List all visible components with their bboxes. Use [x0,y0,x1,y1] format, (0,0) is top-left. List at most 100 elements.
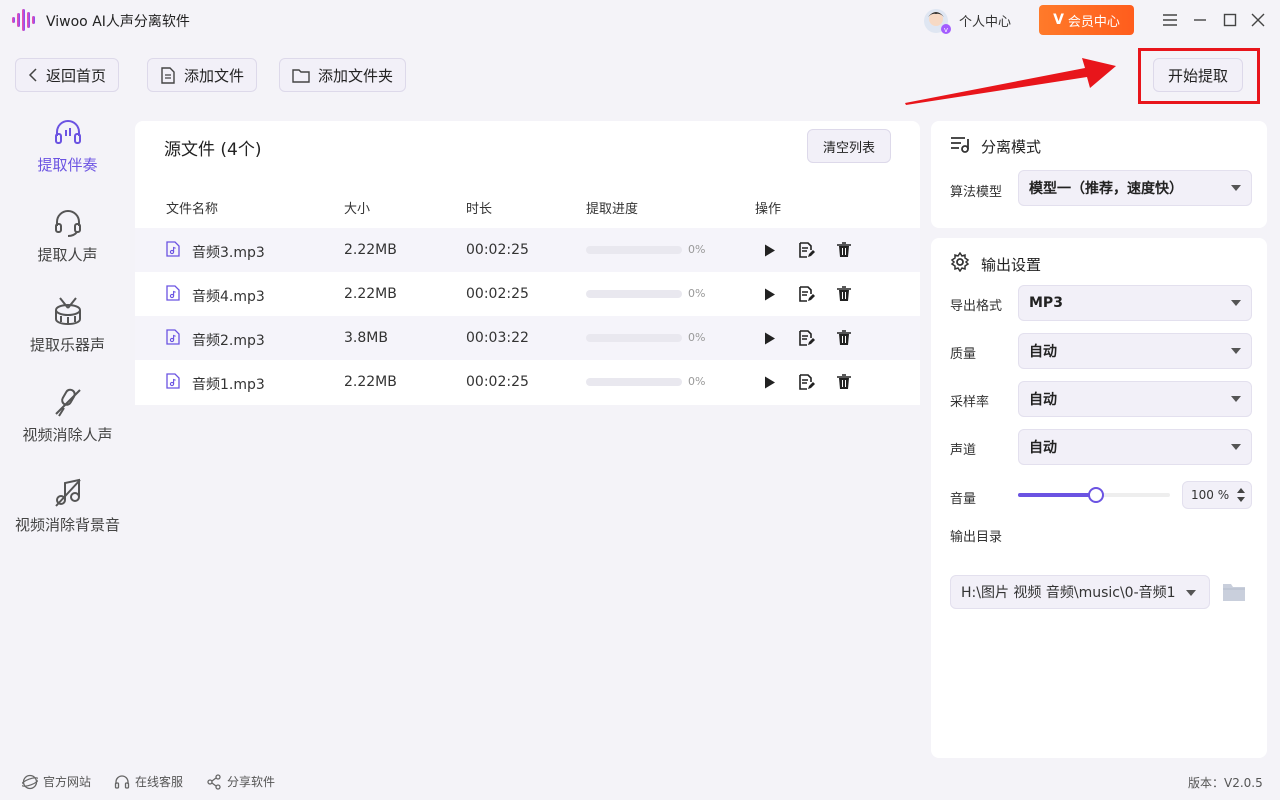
vip-center-button[interactable]: V 会员中心 [1039,5,1134,35]
file-size: 2.22MB [344,374,397,390]
samplerate-value: 自动 [1029,392,1057,408]
volume-input[interactable]: 100 % [1182,481,1252,509]
menu-icon[interactable] [1160,10,1180,30]
volume-slider-fill [1018,493,1096,497]
user-center-link[interactable]: 个人中心 [959,11,1011,30]
column-header-name: 文件名称 [166,202,219,217]
file-size: 2.22MB [344,242,397,258]
volume-label: 音量 [950,492,977,507]
progress-text: 0% [688,287,706,300]
column-header-progress: 提取进度 [586,202,639,217]
sidebar-item-extract-accompaniment[interactable]: 提取伴奏 [0,116,135,175]
folder-icon [292,68,310,83]
mic-off-icon [54,388,81,417]
output-dir-label: 输出目录 [950,530,1003,545]
trash-icon[interactable] [834,372,854,392]
official-website-label: 官方网站 [43,775,92,789]
progress-bar [586,290,682,298]
table-row[interactable]: 音频3.mp3 2.22MB 00:02:25 0% [135,228,920,272]
file-duration: 00:02:25 [466,242,529,258]
add-folder-button[interactable]: 添加文件夹 [279,58,407,92]
quality-value: 自动 [1029,344,1057,360]
chevron-down-icon [1231,396,1241,402]
table-row[interactable]: 音频1.mp3 2.22MB 00:02:25 0% [135,360,920,404]
add-file-button[interactable]: 添加文件 [147,58,258,92]
headset-mic-icon [54,210,81,237]
file-size: 3.8MB [344,330,388,346]
sidebar-item-video-remove-bgm[interactable]: 视频消除背景音 [0,476,135,535]
sidebar-item-label: 视频消除人声 [22,426,113,444]
progress-bar [586,246,682,254]
version-text: 版本：V2.0.5 [1188,776,1263,790]
samplerate-select[interactable]: 自动 [1018,381,1252,417]
add-file-label: 添加文件 [184,66,245,85]
sidebar-item-extract-instruments[interactable]: 提取乐器声 [0,296,135,355]
clear-list-button[interactable]: 清空列表 [807,129,891,163]
audio-file-icon [166,241,180,257]
drum-icon [54,297,81,326]
chevron-down-icon [1231,185,1241,191]
edit-file-icon[interactable] [797,240,817,260]
progress-bar [586,378,682,386]
channel-select[interactable]: 自动 [1018,429,1252,465]
output-dir-select[interactable]: H:\图片 视频 音频\music\0-音频1 [950,575,1210,609]
maximize-icon[interactable] [1220,10,1240,30]
volume-slider[interactable] [1018,487,1170,503]
chevron-down-icon [1231,300,1241,306]
format-label: 导出格式 [950,299,1003,314]
open-folder-icon[interactable] [1222,581,1246,603]
source-files-title: 源文件 (4个) [164,140,262,160]
play-icon[interactable] [760,284,780,304]
share-software-link[interactable]: 分享软件 [206,773,275,790]
back-home-button[interactable]: 返回首页 [15,58,120,92]
gear-icon [950,252,970,272]
edit-file-icon[interactable] [797,372,817,392]
online-support-label: 在线客服 [135,775,184,789]
volume-slider-handle[interactable] [1087,487,1104,503]
sidebar-item-video-remove-vocals[interactable]: 视频消除人声 [0,386,135,445]
trash-icon[interactable] [834,328,854,348]
progress-text: 0% [688,375,706,388]
format-value: MP3 [1029,295,1063,311]
sidebar-item-label: 提取人声 [37,246,98,264]
svg-text:v: v [944,26,948,34]
headset-icon [114,774,130,789]
title-bar: Viwoo AI人声分离软件 v 个人中心 V 会员中心 [0,0,1280,40]
official-website-link[interactable]: 官方网站 [22,773,91,790]
music-off-icon [54,478,81,507]
play-icon[interactable] [760,372,780,392]
output-dir-value: H:\图片 视频 音频\music\0-音频1 [961,585,1176,601]
file-name: 音频1.mp3 [192,377,265,393]
app-logo-icon [12,9,35,31]
edit-file-icon[interactable] [797,328,817,348]
file-list-panel: 源文件 (4个) 清空列表 文件名称 大小 时长 提取进度 操作 音频3.mp3… [135,121,920,405]
close-icon[interactable] [1248,10,1268,30]
globe-icon [22,774,38,789]
start-extract-button[interactable]: 开始提取 [1153,58,1243,92]
output-settings-title: 输出设置 [981,256,1042,274]
audio-file-icon [166,285,180,301]
quality-select[interactable]: 自动 [1018,333,1252,369]
channel-label: 声道 [950,443,977,458]
minimize-icon[interactable] [1190,10,1210,30]
play-icon[interactable] [760,240,780,260]
progress-bar [586,334,682,342]
edit-file-icon[interactable] [797,284,817,304]
format-select[interactable]: MP3 [1018,285,1252,321]
quality-label: 质量 [950,347,977,362]
column-header-actions: 操作 [755,202,782,217]
model-label: 算法模型 [950,185,1003,200]
model-select[interactable]: 模型一（推荐，速度快） [1018,170,1252,206]
online-support-link[interactable]: 在线客服 [114,773,183,790]
sidebar-item-label: 提取伴奏 [37,156,98,174]
samplerate-label: 采样率 [950,395,990,410]
avatar[interactable]: v [922,7,952,35]
spinner-arrows-icon[interactable] [1236,487,1246,503]
table-row[interactable]: 音频2.mp3 3.8MB 00:03:22 0% [135,316,920,360]
table-row[interactable]: 音频4.mp3 2.22MB 00:02:25 0% [135,272,920,316]
audio-file-icon [166,373,180,389]
play-icon[interactable] [760,328,780,348]
trash-icon[interactable] [834,284,854,304]
trash-icon[interactable] [834,240,854,260]
sidebar-item-extract-vocals[interactable]: 提取人声 [0,206,135,265]
